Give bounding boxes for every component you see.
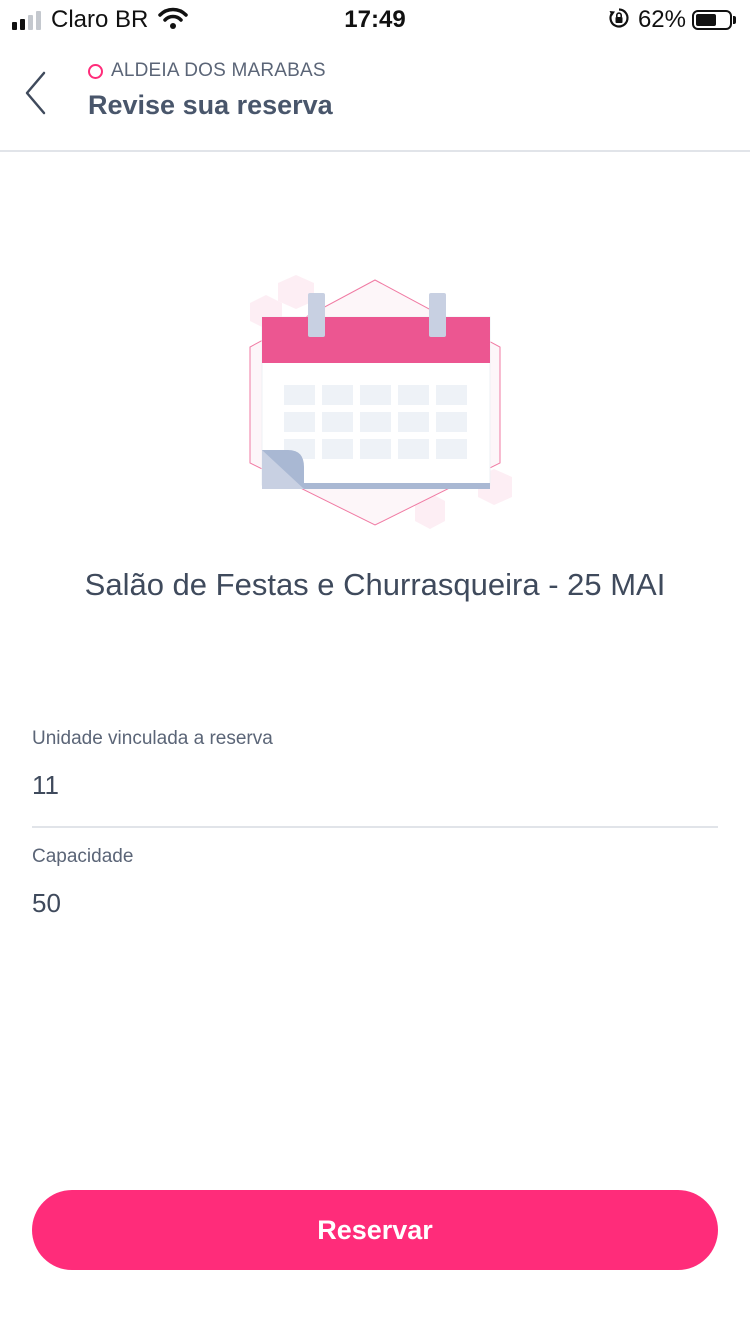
capacity-label: Capacidade [32,846,134,867]
condominium-row: ALDEIA DOS MARABAS [88,60,326,82]
condominium-name: ALDEIA DOS MARABAS [111,60,326,81]
calendar-icon [249,275,512,529]
status-right: 62% [608,6,736,34]
capacity-value: 50 [32,888,61,918]
battery-percent: 62% [637,6,686,33]
chevron-left-icon [24,71,48,120]
header: ALDEIA DOS MARABAS Revise sua reserva [0,40,750,152]
reserve-button[interactable]: Reservar [32,1190,718,1270]
battery-icon [692,10,732,30]
condominium-indicator-icon [88,63,103,79]
unit-value: 11 [32,770,59,800]
reservation-title: Salão de Festas e Churrasqueira - 25 MAI [84,567,666,602]
back-button[interactable] [14,70,58,120]
orientation-lock-icon [608,7,630,34]
battery-level [696,14,716,26]
calendar-illustration [230,275,520,535]
page-title: Revise sua reserva [88,90,333,120]
battery-tip [733,16,736,24]
status-bar: Claro BR 17:49 62% [0,0,750,40]
field-divider [32,826,718,828]
unit-label: Unidade vinculada a reserva [32,728,273,749]
